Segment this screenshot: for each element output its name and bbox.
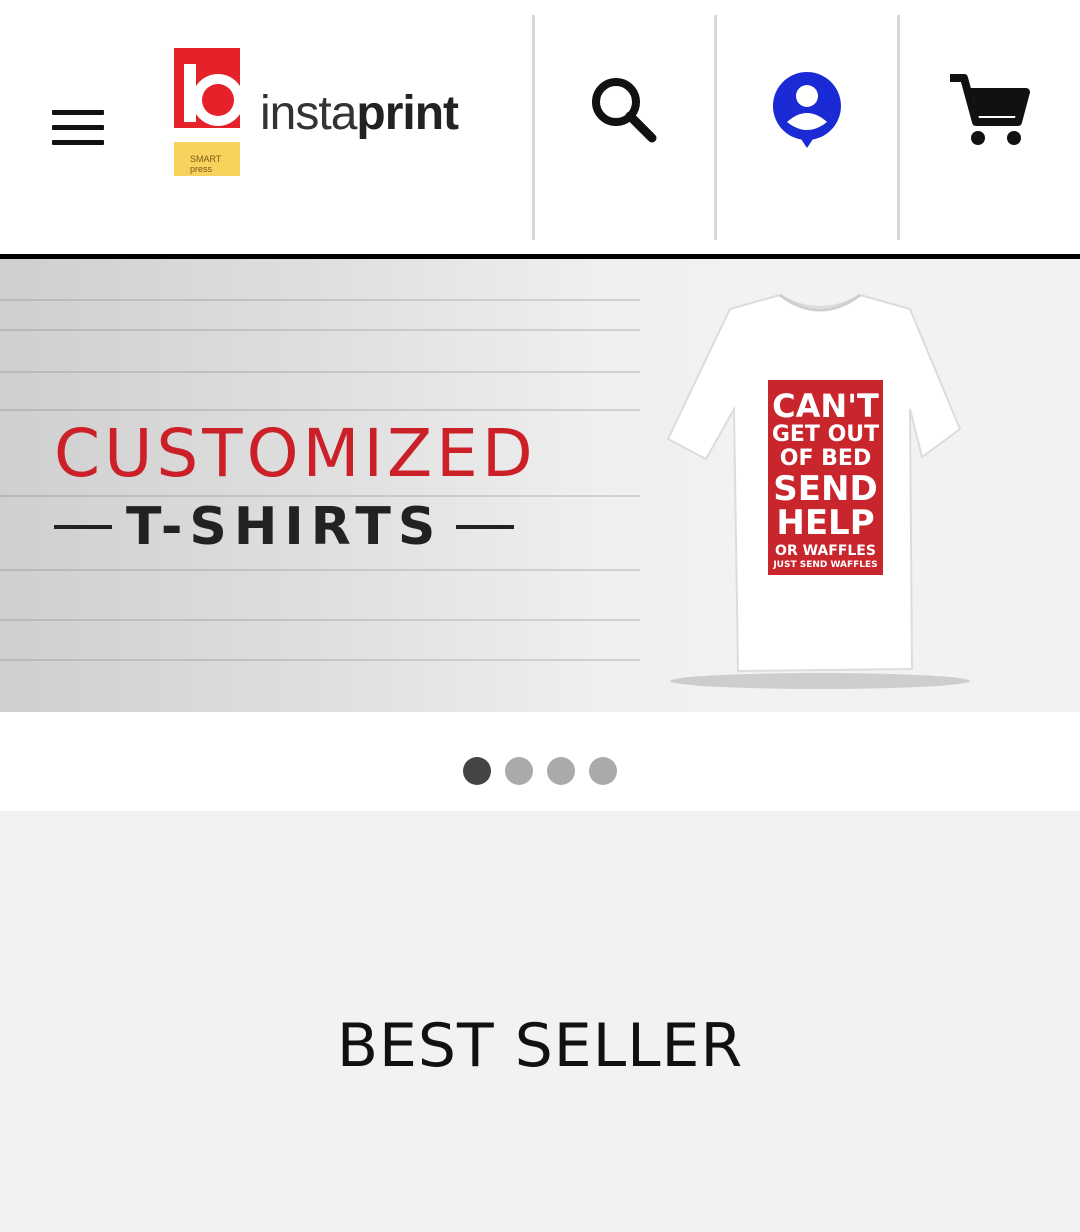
subtitle-rule-left bbox=[54, 525, 112, 529]
subtitle-rule-right bbox=[456, 525, 515, 529]
wood-plank-line bbox=[0, 329, 640, 331]
section-title: BEST SELLER bbox=[336, 1011, 744, 1081]
logo-sub-badge: SMART press bbox=[174, 142, 240, 176]
carousel-dot[interactable] bbox=[463, 757, 491, 785]
brand-logo[interactable]: SMART press instaprint bbox=[172, 46, 492, 180]
carousel-dot[interactable] bbox=[589, 757, 617, 785]
menu-icon[interactable] bbox=[52, 110, 106, 146]
hero-banner[interactable]: CUSTOMIZED T-SHIRTS CAN'T GET OUT OF BED… bbox=[0, 259, 1080, 712]
wood-plank-line bbox=[0, 569, 640, 571]
carousel-indicators bbox=[0, 757, 1080, 785]
header-divider bbox=[532, 15, 535, 240]
header-divider bbox=[714, 15, 717, 240]
cart-icon[interactable] bbox=[938, 60, 1038, 160]
search-icon[interactable] bbox=[574, 60, 674, 160]
banner-title: CUSTOMIZED bbox=[54, 415, 537, 492]
header-divider bbox=[897, 15, 900, 240]
wood-plank-line bbox=[0, 659, 640, 661]
wood-plank-line bbox=[0, 409, 640, 411]
carousel-dot[interactable] bbox=[505, 757, 533, 785]
logo-mark-icon bbox=[174, 48, 244, 128]
logo-wordmark: instaprint bbox=[260, 87, 459, 140]
shirt-print-graphic: CAN'T GET OUT OF BED SEND HELP OR WAFFLE… bbox=[768, 380, 883, 575]
wood-plank-line bbox=[0, 619, 640, 621]
carousel-dot[interactable] bbox=[547, 757, 575, 785]
wood-plank-line bbox=[0, 299, 640, 301]
banner-subtitle: T-SHIRTS bbox=[54, 497, 515, 557]
best-seller-section: BEST SELLER bbox=[0, 811, 1080, 1232]
app-header: SMART press instaprint bbox=[0, 0, 1080, 255]
account-icon[interactable] bbox=[757, 60, 857, 160]
wood-plank-line bbox=[0, 371, 640, 373]
